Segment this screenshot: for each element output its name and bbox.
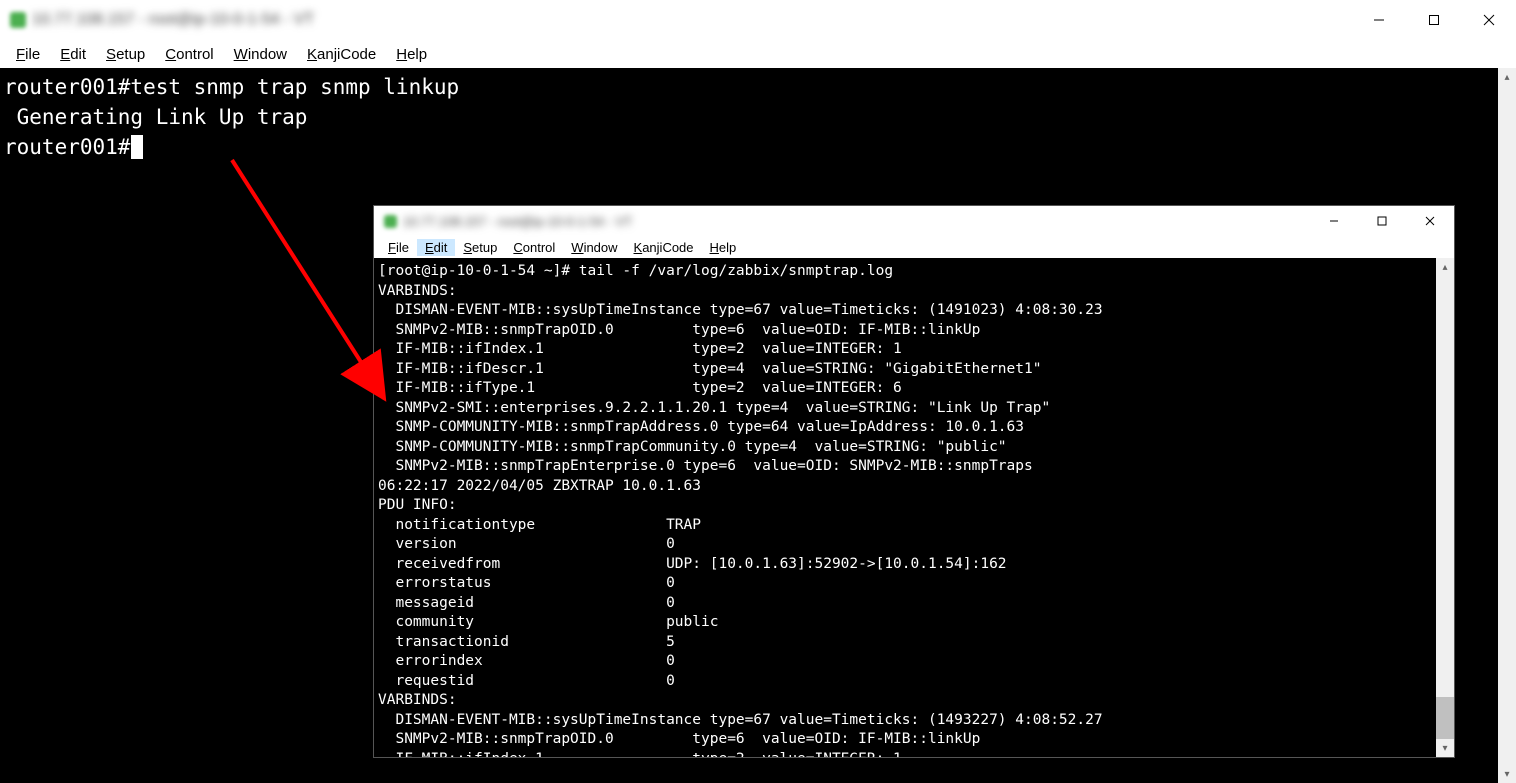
menubar: File Edit Setup Control Window KanjiCode…	[0, 40, 1516, 68]
menu-setup[interactable]: Setup	[455, 239, 505, 256]
menubar: File Edit Setup Control Window KanjiCode…	[374, 236, 1454, 258]
term-line: [root@ip-10-0-1-54 ~]# tail -f /var/log/…	[378, 263, 893, 279]
cursor-icon	[131, 135, 143, 159]
menu-window[interactable]: Window	[563, 239, 625, 256]
terminal-window-2: 10.77.108.157 - root@ip-10-0-1-54 - VT F…	[373, 205, 1455, 758]
term-line: errorstatus 0	[378, 575, 675, 591]
scrollbar[interactable]: ▴ ▾	[1436, 258, 1454, 757]
close-button[interactable]	[1406, 206, 1454, 236]
term-line: SNMP-COMMUNITY-MIB::snmpTrapAddress.0 ty…	[378, 419, 1024, 435]
term-line: requestid 0	[378, 673, 675, 689]
term-line: IF-MIB::ifIndex.1 type=2 value=INTEGER: …	[378, 751, 902, 758]
menu-file[interactable]: File	[6, 44, 50, 65]
menu-help[interactable]: Help	[702, 239, 745, 256]
app-icon	[10, 12, 26, 28]
term-line: errorindex 0	[378, 653, 675, 669]
scroll-thumb[interactable]	[1436, 697, 1454, 739]
term-line: SNMPv2-MIB::snmpTrapOID.0 type=6 value=O…	[378, 322, 980, 338]
term-line: SNMPv2-MIB::snmpTrapEnterprise.0 type=6 …	[378, 458, 1033, 474]
term-line: version 0	[378, 536, 675, 552]
scroll-track[interactable]	[1498, 86, 1516, 765]
scroll-up-icon[interactable]: ▴	[1436, 258, 1454, 276]
menu-setup[interactable]: Setup	[96, 44, 155, 65]
term-line: IF-MIB::ifType.1 type=2 value=INTEGER: 6	[378, 380, 902, 396]
titlebar[interactable]: 10.77.108.157 - root@ip-10-0-1-54 - VT	[374, 206, 1454, 236]
scrollbar[interactable]: ▴ ▾	[1498, 68, 1516, 783]
menu-edit[interactable]: Edit	[417, 239, 455, 256]
term-line: messageid 0	[378, 595, 675, 611]
menu-help[interactable]: Help	[386, 44, 437, 65]
menu-kanjicode[interactable]: KanjiCode	[626, 239, 702, 256]
term-line: SNMPv2-SMI::enterprises.9.2.2.1.1.20.1 t…	[378, 400, 1050, 416]
maximize-button[interactable]	[1406, 0, 1461, 40]
terminal-output[interactable]: [root@ip-10-0-1-54 ~]# tail -f /var/log/…	[374, 258, 1436, 757]
term-line: DISMAN-EVENT-MIB::sysUpTimeInstance type…	[378, 712, 1103, 728]
term-line: VARBINDS:	[378, 692, 457, 708]
menu-control[interactable]: Control	[505, 239, 563, 256]
scroll-up-icon[interactable]: ▴	[1498, 68, 1516, 86]
close-button[interactable]	[1461, 0, 1516, 40]
term-line: router001#test snmp trap snmp linkup	[4, 75, 459, 99]
term-line: DISMAN-EVENT-MIB::sysUpTimeInstance type…	[378, 302, 1103, 318]
window-title: 10.77.108.157 - root@ip-10-0-1-54 - VT	[32, 11, 314, 29]
menu-file[interactable]: File	[380, 239, 417, 256]
term-line: community public	[378, 614, 718, 630]
term-line: IF-MIB::ifIndex.1 type=2 value=INTEGER: …	[378, 341, 902, 357]
terminal-area: [root@ip-10-0-1-54 ~]# tail -f /var/log/…	[374, 258, 1454, 757]
menu-window[interactable]: Window	[224, 44, 297, 65]
scroll-down-icon[interactable]: ▾	[1436, 739, 1454, 757]
maximize-button[interactable]	[1358, 206, 1406, 236]
window-controls	[1351, 0, 1516, 40]
menu-edit[interactable]: Edit	[50, 44, 96, 65]
minimize-button[interactable]	[1310, 206, 1358, 236]
term-line: transactionid 5	[378, 634, 675, 650]
term-line: router001#	[4, 135, 130, 159]
term-line: notificationtype TRAP	[378, 517, 701, 533]
menu-kanjicode[interactable]: KanjiCode	[297, 44, 386, 65]
app-icon	[384, 215, 397, 228]
window-controls	[1310, 206, 1454, 236]
term-line: IF-MIB::ifDescr.1 type=4 value=STRING: "…	[378, 361, 1041, 377]
menu-control[interactable]: Control	[155, 44, 223, 65]
titlebar[interactable]: 10.77.108.157 - root@ip-10-0-1-54 - VT	[0, 0, 1516, 40]
term-line: Generating Link Up trap	[4, 105, 307, 129]
term-line: receivedfrom UDP: [10.0.1.63]:52902->[10…	[378, 556, 1007, 572]
term-line: VARBINDS:	[378, 283, 457, 299]
term-line: SNMP-COMMUNITY-MIB::snmpTrapCommunity.0 …	[378, 439, 1007, 455]
window-title: 10.77.108.157 - root@ip-10-0-1-54 - VT	[403, 214, 632, 229]
scroll-down-icon[interactable]: ▾	[1498, 765, 1516, 783]
minimize-button[interactable]	[1351, 0, 1406, 40]
term-line: 06:22:17 2022/04/05 ZBXTRAP 10.0.1.63	[378, 478, 701, 494]
term-line: PDU INFO:	[378, 497, 457, 513]
scroll-track[interactable]	[1436, 276, 1454, 739]
term-line: SNMPv2-MIB::snmpTrapOID.0 type=6 value=O…	[378, 731, 980, 747]
